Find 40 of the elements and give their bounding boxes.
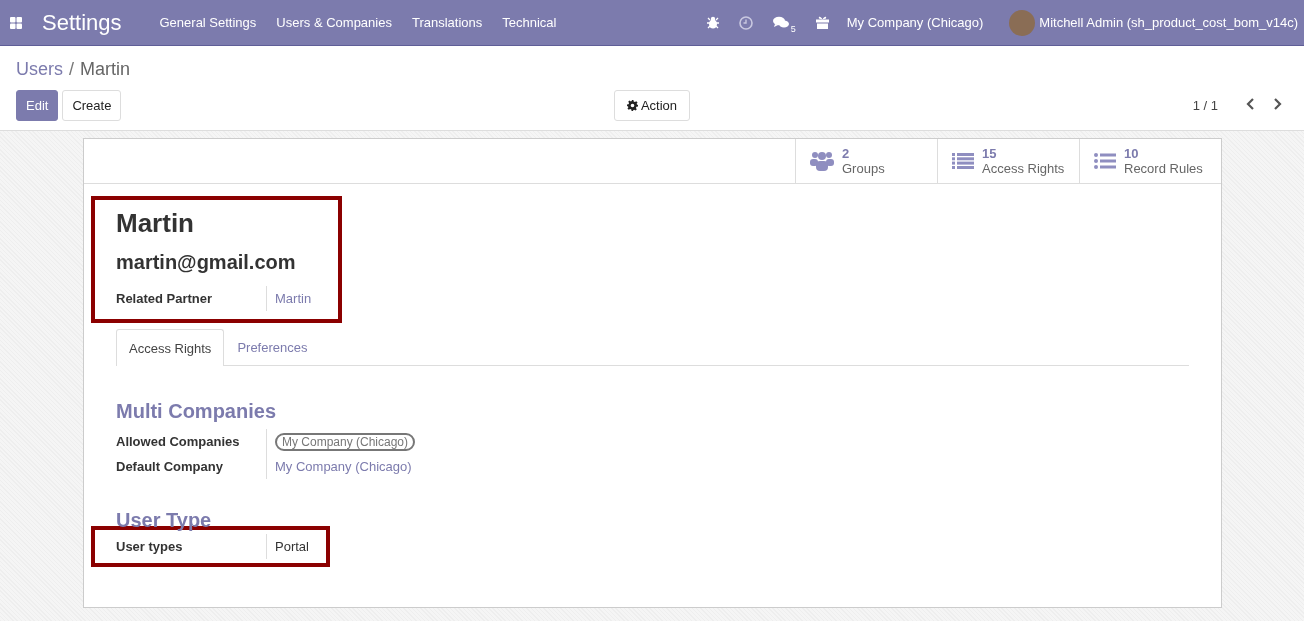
pager-counter: 1 / 1 xyxy=(1192,98,1218,113)
field-label: User types xyxy=(116,539,184,554)
list-icon xyxy=(952,153,974,169)
field-value: Portal xyxy=(275,539,309,554)
user-email: martin@gmail.com xyxy=(116,251,297,274)
edit-button[interactable]: Edit xyxy=(16,90,59,121)
message-count: 5 xyxy=(790,23,796,34)
chevron-right-icon xyxy=(1273,98,1282,110)
menu-item[interactable]: Users & Companies xyxy=(266,15,402,30)
company-switcher[interactable]: My Company (Chicago) xyxy=(846,15,984,30)
tab[interactable]: Preferences xyxy=(224,329,321,365)
menu-item[interactable]: General Settings xyxy=(149,15,267,30)
bug-icon[interactable] xyxy=(706,16,719,29)
tab[interactable]: Access Rights xyxy=(116,329,225,366)
gift-icon[interactable] xyxy=(815,16,829,29)
user-menu[interactable]: Mitchell Admin (sh_product_cost_bom_v14c) xyxy=(1039,15,1298,30)
field-link[interactable]: My Company (Chicago) xyxy=(275,459,412,474)
menu-item[interactable]: Technical xyxy=(492,15,567,30)
clock-icon[interactable] xyxy=(738,15,753,30)
bullet-list-icon xyxy=(1094,153,1116,169)
gear-icon xyxy=(626,100,638,111)
field-label: Related Partner xyxy=(116,291,214,306)
chat-icon[interactable] xyxy=(772,16,789,29)
field-label: Allowed Companies xyxy=(116,434,241,449)
breadcrumb-separator: / xyxy=(69,59,75,80)
create-button[interactable]: Create xyxy=(62,90,122,121)
field-link[interactable]: Martin xyxy=(275,291,312,306)
app-title: Settings xyxy=(42,9,122,36)
section-title: Multi Companies xyxy=(116,400,277,423)
action-button[interactable]: Action xyxy=(613,90,691,121)
people-icon xyxy=(810,150,834,172)
section-title: User Type xyxy=(116,509,213,532)
company-tag: My Company (Chicago) xyxy=(275,433,416,451)
menu-item[interactable]: Translations xyxy=(401,15,493,30)
breadcrumb-link[interactable]: Users xyxy=(16,59,63,80)
grid-icon[interactable] xyxy=(10,16,22,29)
field-label: Default Company xyxy=(116,459,224,474)
chevron-left-icon xyxy=(1246,98,1255,110)
user-name: Martin xyxy=(116,208,195,239)
breadcrumb-current: Martin xyxy=(80,59,131,80)
